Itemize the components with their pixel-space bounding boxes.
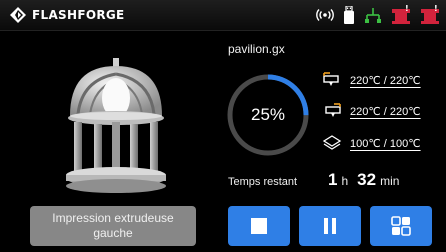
stop-button[interactable] (228, 206, 290, 246)
top-bar: FLASHFORGE ! ! (0, 0, 446, 31)
usb-drive-icon[interactable] (343, 6, 355, 24)
file-name: pavilion.gx (228, 42, 285, 56)
wireless-signal-icon[interactable] (316, 8, 334, 22)
temp-row-right-nozzle[interactable]: 220℃ / 220℃ (322, 101, 421, 121)
network-status-icon[interactable] (364, 6, 382, 24)
brand-name: FLASHFORGE (32, 8, 125, 22)
time-hours-unit: h (341, 174, 349, 188)
progress-percent: 25% (250, 105, 286, 124)
time-hours: 1 (328, 170, 338, 189)
time-remaining-label: Temps restant (228, 176, 298, 188)
extruder-mode-label: Impression extrudeuse gauche (52, 211, 174, 240)
time-remaining-value: 1 h 32 min (328, 170, 408, 190)
time-minutes-unit: min (380, 174, 400, 188)
pause-icon (324, 218, 336, 234)
brand: FLASHFORGE (10, 7, 125, 23)
flashforge-logo-icon (10, 7, 26, 23)
temp-row-left-nozzle[interactable]: 220℃ / 220℃ (322, 70, 421, 90)
right-nozzle-temp: 220℃ / 220℃ (350, 105, 421, 118)
svg-text:!: ! (434, 5, 438, 13)
stop-icon (251, 218, 267, 234)
printer-status-screen: FLASHFORGE ! ! Impression extrudeuse gau… (0, 0, 446, 252)
status-icons: ! ! (316, 5, 440, 25)
pause-button[interactable] (299, 206, 361, 246)
left-nozzle-icon (323, 72, 339, 86)
filament-spool-warning-icon[interactable]: ! (420, 5, 440, 25)
more-options-button[interactable] (370, 206, 432, 246)
extruder-mode-button[interactable]: Impression extrudeuse gauche (30, 206, 196, 246)
heated-bed-icon (322, 135, 342, 150)
left-nozzle-temp: 220℃ / 220℃ (350, 74, 421, 87)
more-options-icon (391, 216, 411, 236)
right-nozzle-icon (325, 103, 341, 117)
svg-text:!: ! (405, 5, 409, 13)
filament-spool-warning-icon[interactable]: ! (391, 5, 411, 25)
3d-model-pavilion-icon (66, 58, 166, 193)
bed-temp: 100℃ / 100℃ (350, 137, 421, 150)
time-minutes: 32 (357, 170, 377, 189)
temp-row-bed[interactable]: 100℃ / 100℃ (322, 133, 421, 153)
